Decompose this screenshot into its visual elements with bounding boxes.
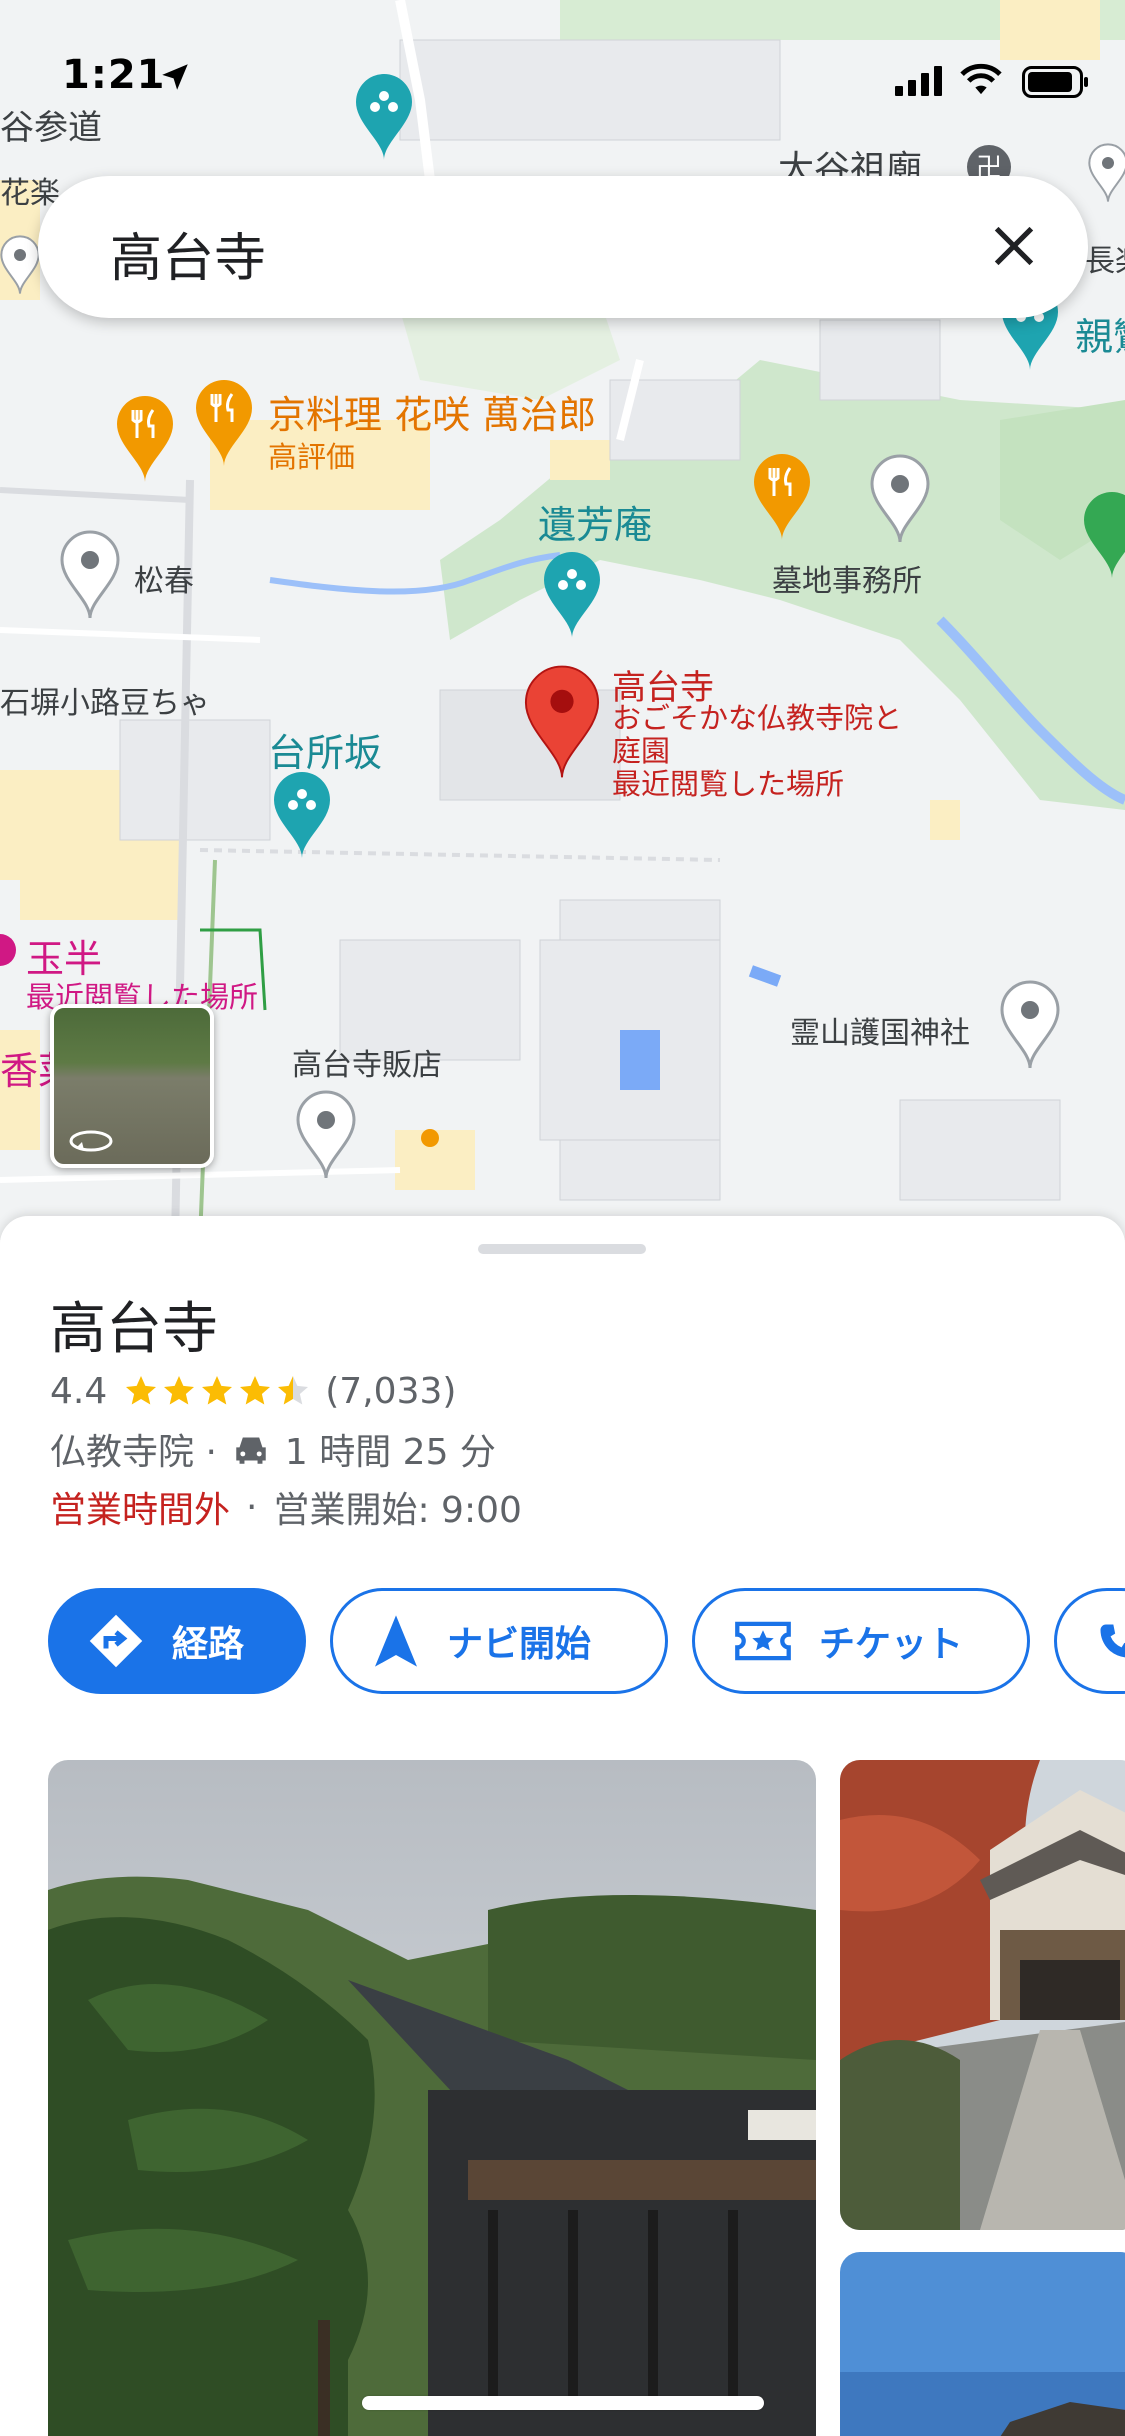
selected-place-pin-icon[interactable] xyxy=(522,664,602,780)
navigation-arrow-icon xyxy=(375,1615,417,1667)
sheet-drag-handle[interactable] xyxy=(478,1244,646,1254)
opening-time: 営業開始: 9:00 xyxy=(273,1490,522,1531)
tickets-label: チケット xyxy=(819,1624,964,1665)
place-pin-icon[interactable] xyxy=(1088,130,1125,216)
phone-icon xyxy=(1100,1624,1125,1658)
restaurant-pin-icon[interactable] xyxy=(194,378,254,468)
attraction-pin-icon[interactable] xyxy=(542,550,602,640)
status-bar: 1:21 xyxy=(0,0,1125,130)
map-label-ishibe[interactable]: 石塀小路豆ちゃ xyxy=(0,678,210,722)
place-pin-icon[interactable] xyxy=(296,1090,356,1180)
star-icon xyxy=(164,1376,195,1405)
directions-label: 経路 xyxy=(172,1624,245,1665)
ticket-icon xyxy=(735,1621,791,1661)
status-time: 1:21 xyxy=(62,52,166,98)
place-title: 高台寺 xyxy=(50,1297,218,1362)
place-category: 仏教寺院 · xyxy=(50,1432,217,1473)
temple-autumn-photo xyxy=(840,1760,1125,2230)
close-icon[interactable] xyxy=(988,220,1040,272)
car-icon xyxy=(236,1437,266,1464)
closed-status: 営業時間外 xyxy=(50,1490,231,1531)
map-label-shin: 親鸞 xyxy=(1075,315,1125,359)
restaurant-pin-icon[interactable] xyxy=(115,394,175,484)
place-photo-2[interactable] xyxy=(840,1760,1125,2230)
wifi-icon xyxy=(960,63,1002,95)
place-photo-main[interactable] xyxy=(48,1760,816,2436)
call-button[interactable] xyxy=(1054,1588,1125,1694)
street-view-rotate-icon xyxy=(69,1130,113,1152)
map-label-restaurant[interactable]: 京料理 花咲 萬治郎 xyxy=(268,384,596,439)
search-query[interactable]: 高台寺 xyxy=(110,216,266,291)
place-pin-icon[interactable] xyxy=(1000,980,1060,1070)
drive-time: 1 時間 25 分 xyxy=(284,1432,496,1473)
map-label-shop[interactable]: 高台寺販店 xyxy=(292,1040,442,1084)
rating-row[interactable]: 4.4 (7,033) xyxy=(50,1366,456,1416)
directions-button[interactable]: 経路 xyxy=(48,1588,306,1694)
place-photo-3[interactable] xyxy=(840,2252,1125,2436)
park-pin-icon[interactable] xyxy=(1082,490,1125,580)
map-label-kodaiji-desc2: 庭園 xyxy=(612,734,671,768)
star-icon xyxy=(240,1376,271,1405)
partial-pin-icon xyxy=(0,934,16,966)
map-view[interactable]: 1:21 谷参道 花楽 大谷祖廟 卍 親鸞 長楽 xyxy=(0,0,1125,1240)
map-label-cemetery-office[interactable]: 墓地事務所 xyxy=(772,556,922,600)
map-label-ihoan[interactable]: 遺芳庵 xyxy=(538,494,652,549)
map-label-nagara: 長楽 xyxy=(1085,244,1125,279)
restaurant-pin-icon[interactable] xyxy=(752,452,812,542)
half-star-icon xyxy=(278,1376,309,1405)
navigate-label: ナビ開始 xyxy=(447,1624,592,1665)
review-count[interactable]: (7,033) xyxy=(325,1371,456,1412)
temple-garden-photo xyxy=(48,1760,816,2436)
map-label-daidokorozaka[interactable]: 台所坂 xyxy=(268,722,382,777)
star-icon xyxy=(202,1376,233,1405)
battery-icon xyxy=(1022,66,1088,98)
place-details-sheet[interactable]: 高台寺 4.4 (7,033) 仏教寺院 · 1 時間 25 分 営業時間外 ·… xyxy=(0,1216,1125,2436)
navigate-button[interactable]: ナビ開始 xyxy=(330,1588,668,1694)
separator-dot: · xyxy=(246,1486,258,1528)
category-row: 仏教寺院 · 1 時間 25 分 xyxy=(50,1423,496,1475)
hours-row[interactable]: 営業時間外 · 営業開始: 9:00 xyxy=(50,1481,522,1533)
small-poi-dot[interactable] xyxy=(418,1126,442,1150)
map-label-kodaiji-recent: 最近閲覧した場所 xyxy=(612,767,845,801)
cell-signal-icon xyxy=(895,66,942,96)
attraction-pin-icon[interactable] xyxy=(354,72,414,162)
star-rating xyxy=(123,1373,313,1409)
street-view-thumbnail[interactable] xyxy=(50,1004,214,1168)
temple-blue-sky-photo xyxy=(840,2252,1125,2436)
search-bar[interactable]: 高台寺 xyxy=(38,176,1088,318)
map-label-shoshun[interactable]: 松春 xyxy=(134,556,194,600)
directions-icon xyxy=(89,1614,143,1668)
map-label-ryozen[interactable]: 霊山護国神社 xyxy=(790,1008,970,1052)
tickets-button[interactable]: チケット xyxy=(692,1588,1030,1694)
map-label-sando: 谷参道 xyxy=(0,108,102,148)
star-icon xyxy=(126,1376,157,1405)
location-arrow-icon xyxy=(162,64,188,90)
home-indicator[interactable] xyxy=(362,2396,764,2410)
place-pin-icon[interactable] xyxy=(870,454,930,544)
map-label-kodaiji-desc: おごそかな仏教寺院と xyxy=(612,701,903,735)
place-pin-icon[interactable] xyxy=(60,530,120,620)
rating-value: 4.4 xyxy=(50,1370,108,1412)
place-pin-icon[interactable] xyxy=(0,222,40,308)
map-label-restaurant-tag: 高評価 xyxy=(268,440,356,474)
attraction-pin-icon[interactable] xyxy=(272,770,332,860)
